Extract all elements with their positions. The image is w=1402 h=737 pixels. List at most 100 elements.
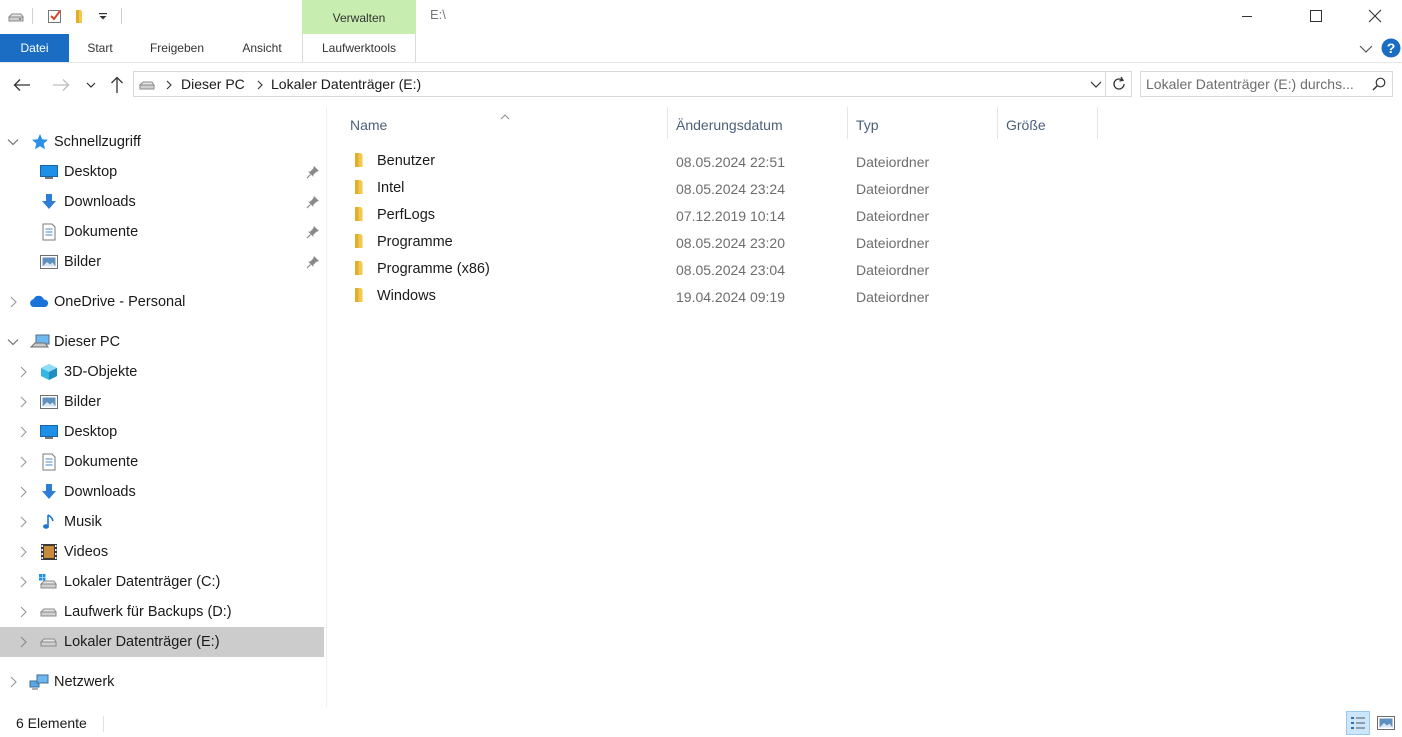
chevron-right-icon[interactable]: [16, 365, 30, 379]
nav-item-drive-d[interactable]: Laufwerk für Backups (D:): [0, 597, 325, 627]
maximize-icon: [1310, 10, 1322, 22]
chevron-right-icon[interactable]: [16, 575, 30, 589]
tab-datei[interactable]: Datei: [0, 34, 69, 62]
maximize-button[interactable]: [1293, 0, 1339, 32]
title-bar: Verwalten E:\: [0, 0, 1402, 34]
column-divider[interactable]: [847, 107, 848, 139]
column-divider[interactable]: [1097, 107, 1098, 139]
table-row[interactable]: Programme (x86) 08.05.2024 23:04 Dateior…: [327, 256, 1402, 283]
nav-item-drive-c[interactable]: Lokaler Datenträger (C:): [0, 567, 325, 597]
large-icons-view-button[interactable]: [1374, 711, 1398, 735]
refresh-icon: [1112, 76, 1125, 90]
drive-icon: [38, 633, 58, 651]
nav-label: OneDrive - Personal: [54, 294, 186, 310]
nav-item-quick-bilder[interactable]: Bilder: [0, 247, 325, 277]
chevron-right-icon[interactable]: [6, 675, 20, 689]
back-arrow-icon: [13, 79, 30, 91]
nav-item-dieser-pc[interactable]: Dieser PC: [0, 327, 325, 357]
nav-item-dokumente[interactable]: Dokumente: [0, 447, 325, 477]
file-type: Dateiordner: [856, 154, 930, 170]
desktop-icon: [40, 423, 58, 441]
folder-icon: [353, 152, 369, 168]
tab-start[interactable]: Start: [76, 34, 124, 62]
nav-item-netzwerk[interactable]: Netzwerk: [0, 667, 325, 697]
file-date: 19.04.2024 09:19: [676, 289, 785, 305]
breadcrumb-dieser-pc[interactable]: Dieser PC: [181, 76, 245, 92]
forward-button[interactable]: [49, 73, 73, 97]
nav-label: 3D-Objekte: [64, 364, 138, 380]
tab-freigeben[interactable]: Freigeben: [140, 34, 214, 62]
nav-item-quick-desktop[interactable]: Desktop: [0, 157, 325, 187]
refresh-button[interactable]: [1106, 71, 1132, 97]
pin-icon[interactable]: [306, 195, 320, 209]
minimize-button[interactable]: [1224, 0, 1270, 32]
chevron-down-icon[interactable]: [6, 335, 20, 349]
nav-item-quick-downloads[interactable]: Downloads: [0, 187, 325, 217]
downloads-icon: [40, 193, 58, 211]
chevron-right-icon[interactable]: [16, 605, 30, 619]
table-row[interactable]: Programme 08.05.2024 23:20 Dateiordner: [327, 229, 1402, 256]
address-dropdown-icon[interactable]: [1089, 78, 1103, 92]
chevron-right-icon[interactable]: [6, 295, 20, 309]
nav-item-downloads[interactable]: Downloads: [0, 477, 325, 507]
column-header-date[interactable]: Änderungsdatum: [676, 115, 846, 143]
nav-item-desktop[interactable]: Desktop: [0, 417, 325, 447]
table-row[interactable]: Intel 08.05.2024 23:24 Dateiordner: [327, 175, 1402, 202]
pictures-icon: [40, 253, 58, 271]
drive-icon: [38, 603, 58, 621]
nav-item-onedrive[interactable]: OneDrive - Personal: [0, 287, 325, 317]
nav-item-videos[interactable]: Videos: [0, 537, 325, 567]
recent-locations-button[interactable]: [80, 73, 102, 97]
back-button[interactable]: [10, 73, 34, 97]
tab-ansicht[interactable]: Ansicht: [232, 34, 292, 62]
new-folder-icon[interactable]: [72, 7, 90, 25]
chevron-right-icon[interactable]: [16, 545, 30, 559]
table-row[interactable]: Benutzer 08.05.2024 22:51 Dateiordner: [327, 148, 1402, 175]
nav-item-3d-objekte[interactable]: 3D-Objekte: [0, 357, 325, 387]
chevron-right-icon[interactable]: [16, 425, 30, 439]
documents-icon: [40, 453, 58, 471]
breadcrumb-drive-e[interactable]: Lokaler Datenträger (E:): [271, 76, 421, 92]
search-box[interactable]: [1140, 71, 1393, 97]
drive-icon[interactable]: [7, 7, 25, 25]
address-bar[interactable]: Dieser PC Lokaler Datenträger (E:): [133, 71, 1106, 97]
search-input[interactable]: [1146, 75, 1361, 93]
details-view-button[interactable]: [1346, 711, 1370, 735]
pin-icon[interactable]: [306, 165, 320, 179]
search-icon[interactable]: [1372, 77, 1386, 91]
column-header-type[interactable]: Typ: [856, 115, 996, 143]
file-name: Programme (x86): [377, 261, 490, 277]
properties-icon[interactable]: [46, 7, 64, 25]
chevron-right-icon[interactable]: [16, 485, 30, 499]
music-icon: [40, 513, 58, 531]
pin-icon[interactable]: [306, 225, 320, 239]
column-divider[interactable]: [997, 107, 998, 139]
nav-item-schnellzugriff[interactable]: Schnellzugriff: [0, 127, 325, 157]
pictures-icon: [40, 393, 58, 411]
up-button[interactable]: [105, 73, 129, 97]
help-icon[interactable]: ?: [1381, 38, 1401, 58]
breadcrumb-chevron-icon[interactable]: [165, 78, 173, 94]
column-divider[interactable]: [667, 107, 668, 139]
nav-item-drive-e[interactable]: Lokaler Datenträger (E:): [0, 627, 324, 657]
folder-icon: [353, 179, 369, 195]
close-button[interactable]: [1352, 0, 1398, 32]
expand-ribbon-icon[interactable]: [1358, 41, 1374, 57]
nav-item-musik[interactable]: Musik: [0, 507, 325, 537]
chevron-right-icon[interactable]: [16, 635, 30, 649]
chevron-down-icon[interactable]: [6, 135, 20, 149]
chevron-right-icon[interactable]: [16, 395, 30, 409]
column-header-name[interactable]: Name: [350, 115, 667, 143]
breadcrumb-chevron-icon[interactable]: [256, 78, 264, 94]
nav-item-quick-dokumente[interactable]: Dokumente: [0, 217, 325, 247]
tab-laufwerktools[interactable]: Laufwerktools: [302, 34, 416, 62]
customize-toolbar-icon[interactable]: [96, 7, 114, 25]
chevron-right-icon[interactable]: [16, 515, 30, 529]
nav-label: Dieser PC: [54, 334, 121, 350]
nav-item-bilder[interactable]: Bilder: [0, 387, 325, 417]
table-row[interactable]: Windows 19.04.2024 09:19 Dateiordner: [327, 283, 1402, 310]
pin-icon[interactable]: [306, 255, 320, 269]
table-row[interactable]: PerfLogs 07.12.2019 10:14 Dateiordner: [327, 202, 1402, 229]
column-header-size[interactable]: Größe: [1006, 115, 1096, 143]
chevron-right-icon[interactable]: [16, 455, 30, 469]
